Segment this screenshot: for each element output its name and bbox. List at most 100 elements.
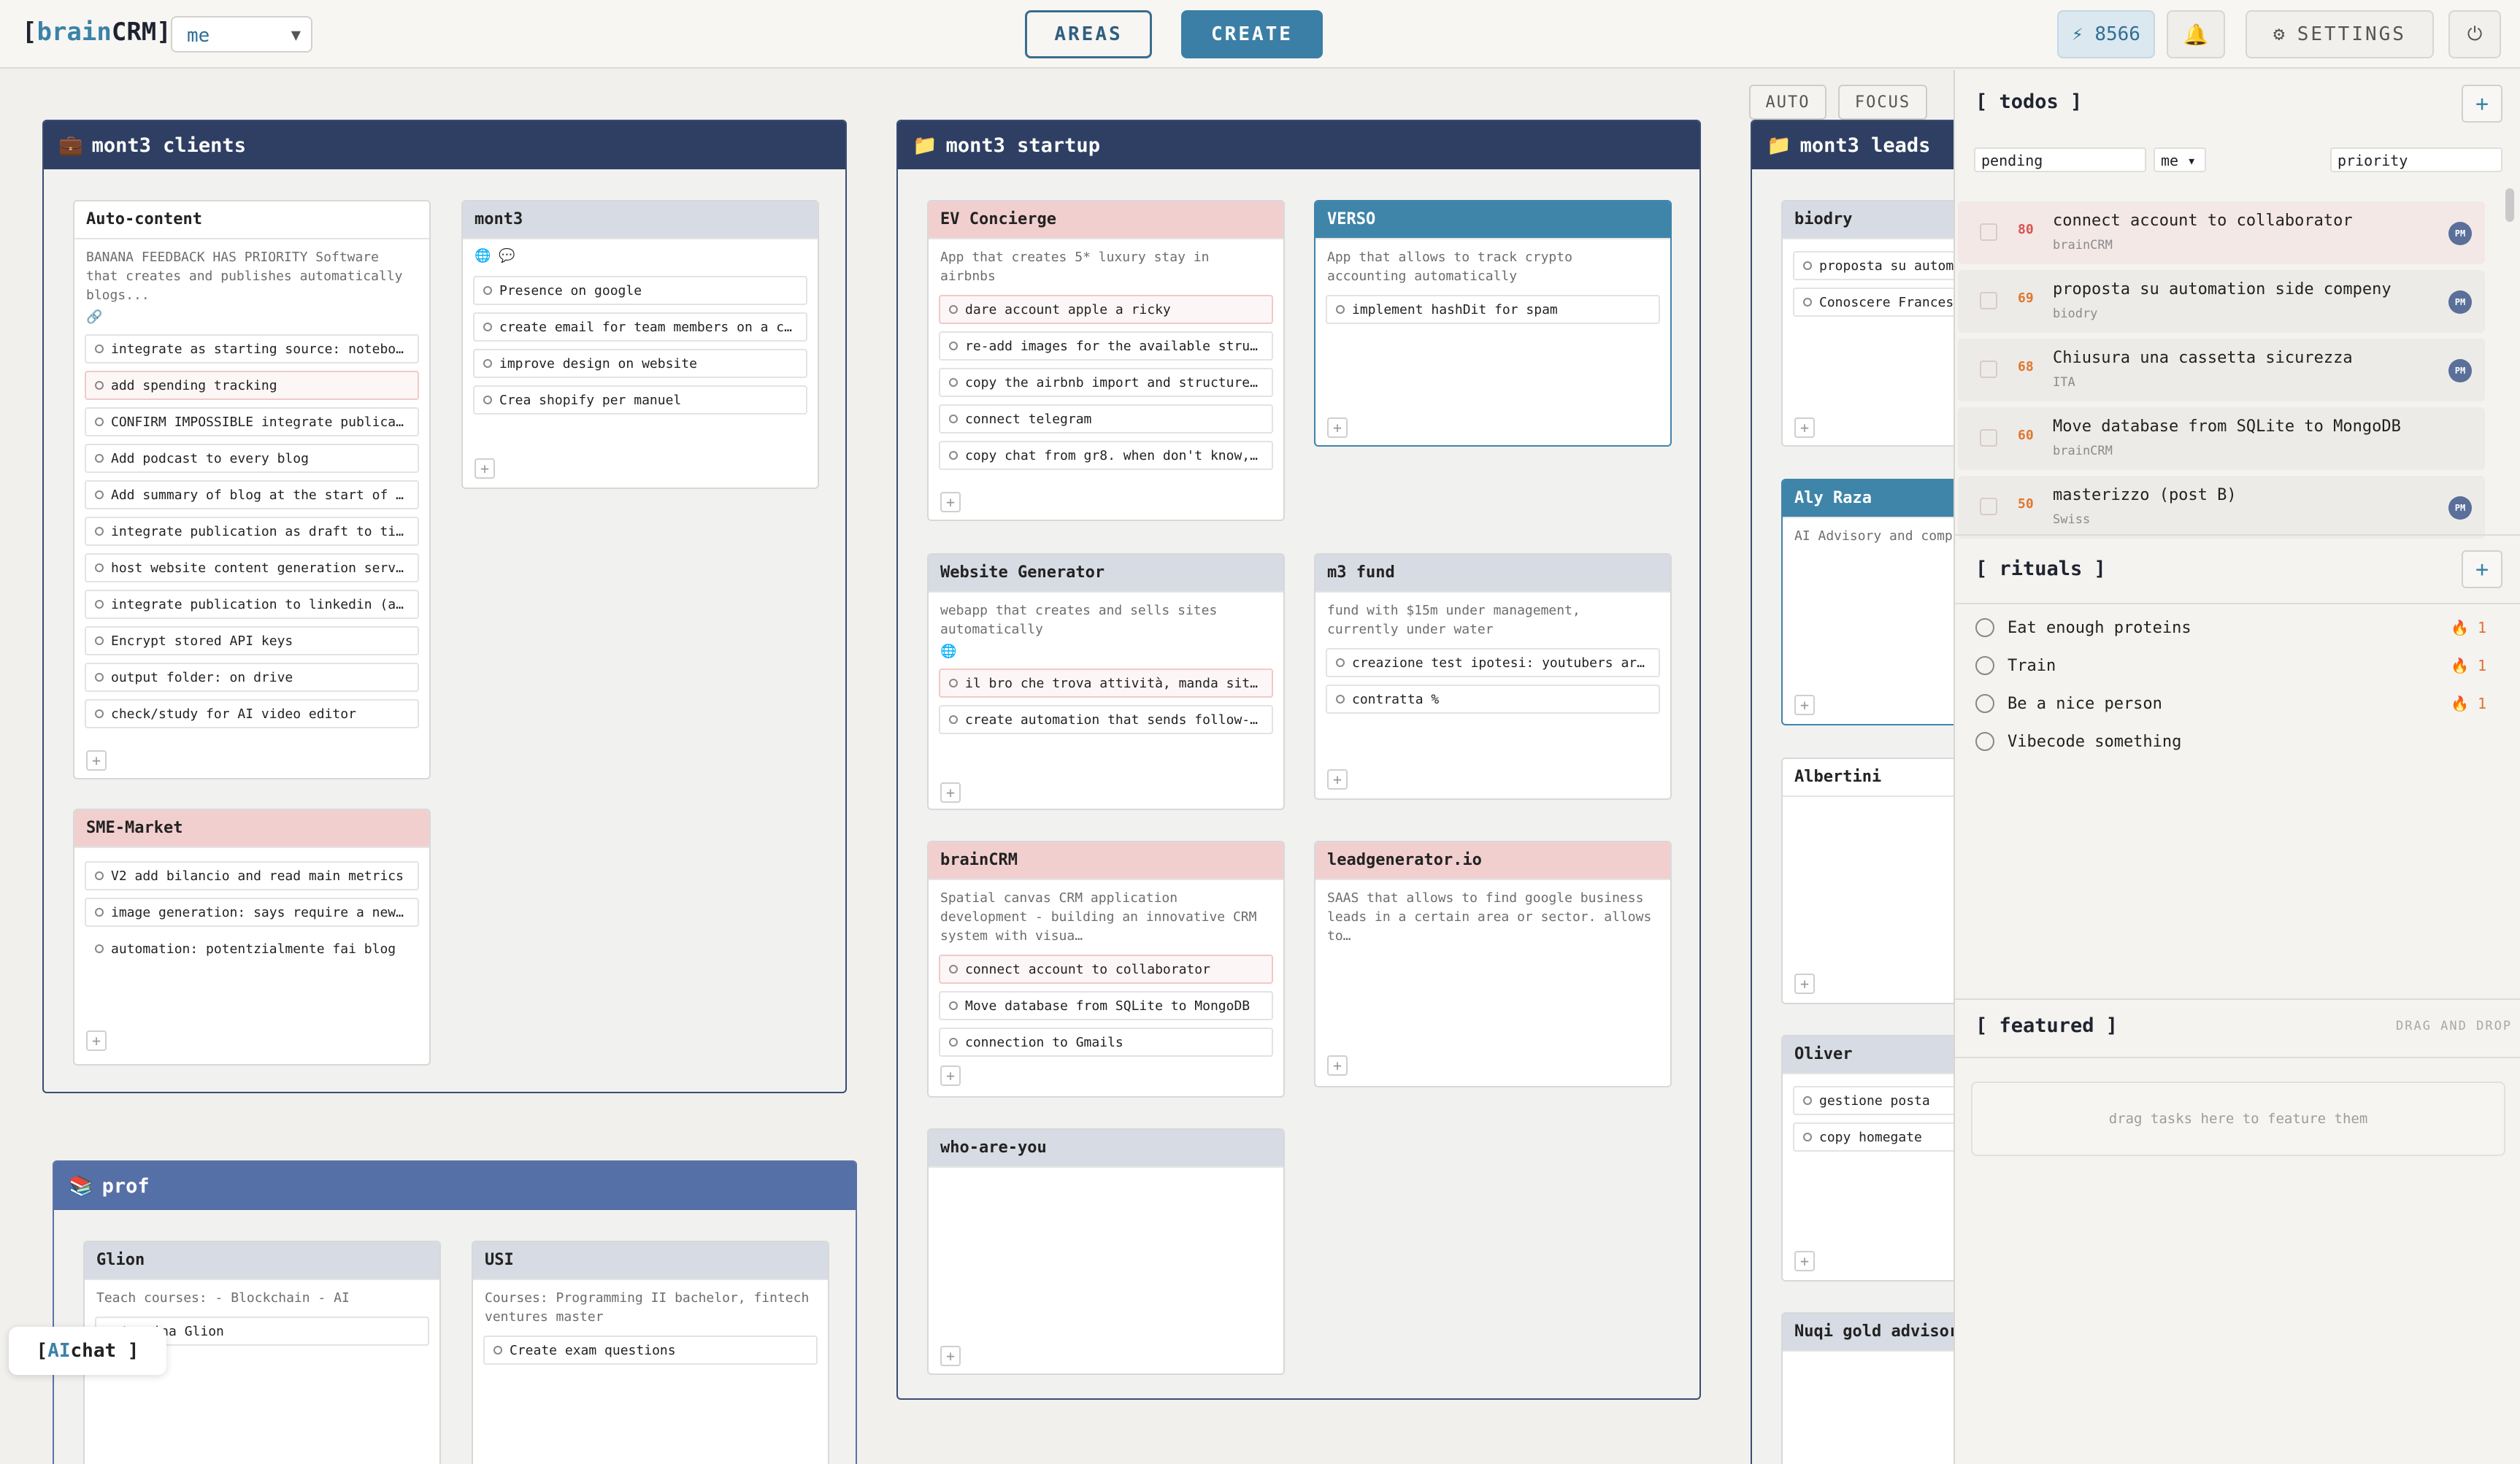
task-item[interactable]: implement hashDit for spam: [1326, 295, 1660, 324]
project-card-sme-market[interactable]: SME-Market V2 add bilancio and read main…: [73, 809, 431, 1066]
bell-icon[interactable]: 🔔: [2167, 10, 2225, 58]
ritual-checkbox[interactable]: [1975, 694, 1994, 713]
circle-icon[interactable]: [95, 673, 104, 682]
avatar[interactable]: PM: [2448, 496, 2472, 520]
message-icon[interactable]: 💬: [499, 248, 515, 263]
ritual-item[interactable]: Be a nice person 🔥 1: [1975, 689, 2486, 718]
task-item[interactable]: automation: potentzialmente fai blog: [85, 934, 419, 963]
project-card-mont3[interactable]: mont3 🌐 💬 Presence on google create emai…: [461, 200, 819, 489]
ritual-item[interactable]: Vibecode something: [1975, 727, 2486, 756]
circle-icon[interactable]: [949, 965, 958, 974]
task-item[interactable]: copy the airbnb import and structure…: [939, 368, 1273, 397]
todo-item[interactable]: 80 connect account to collaborator brain…: [1958, 201, 2485, 264]
status-filter[interactable]: pending: [1974, 147, 2146, 172]
task-item[interactable]: output folder: on drive: [85, 663, 419, 692]
project-card-braincrm[interactable]: brainCRM Spatial canvas CRM application …: [927, 841, 1285, 1098]
area-mont3-leads[interactable]: 📁 mont3 leads biodry proposta su autom C…: [1751, 120, 1954, 1464]
auto-layout-button[interactable]: AUTO: [1749, 85, 1826, 120]
project-card-m3-fund[interactable]: m3 fund fund with $15m under management,…: [1314, 553, 1672, 800]
project-card-who-are-you[interactable]: who-are-you +: [927, 1128, 1285, 1375]
task-item[interactable]: image generation: says require a new…: [85, 898, 419, 927]
ai-chat-button[interactable]: [ AI chat ]: [9, 1327, 166, 1375]
task-item[interactable]: copy homegate: [1793, 1122, 1954, 1152]
task-item[interactable]: connect telegram: [939, 404, 1273, 434]
ritual-checkbox[interactable]: [1975, 656, 1994, 675]
todo-checkbox[interactable]: [1980, 292, 1997, 309]
circle-icon[interactable]: [1336, 695, 1345, 704]
globe-icon[interactable]: 🌐: [929, 644, 1283, 664]
lead-card-oliver[interactable]: Oliver gestione posta copy homegate +: [1781, 1035, 1954, 1282]
area-header[interactable]: 📁 mont3 startup: [898, 121, 1699, 169]
globe-icon[interactable]: 🌐: [475, 248, 491, 263]
settings-button[interactable]: ⚙ SETTINGS: [2246, 10, 2434, 58]
add-task-button[interactable]: +: [1327, 769, 1348, 790]
app-logo[interactable]: [brainCRM]: [22, 18, 172, 47]
area-prof[interactable]: 📚 prof Glion Teach courses: - Blockchain…: [53, 1160, 857, 1464]
task-item[interactable]: host website content generation serv…: [85, 553, 419, 582]
add-task-button[interactable]: +: [940, 782, 961, 803]
circle-icon[interactable]: [483, 396, 492, 404]
circle-icon[interactable]: [949, 342, 958, 350]
add-task-button[interactable]: +: [1794, 1251, 1815, 1271]
add-task-button[interactable]: +: [86, 750, 107, 771]
lead-card-nuqi-gold-advisor[interactable]: Nuqi gold advisor: [1781, 1312, 1954, 1464]
area-header[interactable]: 💼 mont3 clients: [44, 121, 845, 169]
add-task-button[interactable]: +: [1327, 1055, 1348, 1076]
circle-icon[interactable]: [483, 286, 492, 295]
todo-checkbox[interactable]: [1980, 498, 1997, 515]
power-icon[interactable]: ⏻: [2448, 10, 2501, 58]
user-select[interactable]: me ▼: [171, 16, 312, 53]
task-item[interactable]: dare account apple a ricky: [939, 295, 1273, 324]
task-item[interactable]: contratta %: [1326, 685, 1660, 714]
avatar[interactable]: PM: [2448, 222, 2472, 245]
todo-checkbox[interactable]: [1980, 223, 1997, 241]
circle-icon[interactable]: [95, 527, 104, 536]
ritual-item[interactable]: Train 🔥 1: [1975, 651, 2486, 680]
project-card-ev-concierge[interactable]: EV Concierge App that creates 5* luxury …: [927, 200, 1285, 521]
circle-icon[interactable]: [1803, 1133, 1812, 1141]
task-item[interactable]: Create exam questions: [483, 1336, 818, 1365]
avatar[interactable]: PM: [2448, 290, 2472, 314]
circle-icon[interactable]: [1336, 305, 1345, 314]
avatar[interactable]: PM: [2448, 359, 2472, 382]
add-task-button[interactable]: +: [1794, 695, 1815, 715]
link-icon[interactable]: 🔗: [74, 309, 429, 330]
circle-icon[interactable]: [95, 344, 104, 353]
task-item[interactable]: Encrypt stored API keys: [85, 626, 419, 655]
task-item[interactable]: create email for team members on a c…: [473, 312, 807, 342]
add-task-button[interactable]: +: [1794, 974, 1815, 994]
project-card-verso[interactable]: VERSO App that allows to track crypto ac…: [1314, 200, 1672, 447]
circle-icon[interactable]: [949, 451, 958, 460]
circle-icon[interactable]: [95, 454, 104, 463]
todo-checkbox[interactable]: [1980, 429, 1997, 447]
task-item[interactable]: copy chat from gr8. when don't know,…: [939, 441, 1273, 470]
area-mont3-startup[interactable]: 📁 mont3 startup EV Concierge App that cr…: [896, 120, 1701, 1400]
circle-icon[interactable]: [949, 1038, 958, 1047]
task-item[interactable]: creazione test ipotesi: youtubers ar…: [1326, 648, 1660, 677]
circle-icon[interactable]: [1803, 1096, 1812, 1105]
task-item[interactable]: il bro che trova attività, manda sit…: [939, 669, 1273, 698]
task-item[interactable]: V2 add bilancio and read main metrics: [85, 861, 419, 890]
task-item[interactable]: re-add images for the available stru…: [939, 331, 1273, 361]
lead-card-biodry[interactable]: biodry proposta su autom Conoscere Franc…: [1781, 200, 1954, 447]
user-filter[interactable]: me ▾: [2154, 147, 2206, 172]
lead-card-aly-raza[interactable]: Aly Raza AI Advisory and compa +: [1781, 479, 1954, 725]
task-item[interactable]: connect account to collaborator: [939, 955, 1273, 984]
circle-icon[interactable]: [1803, 261, 1812, 270]
task-item[interactable]: integrate publication to linkedin (a…: [85, 590, 419, 619]
create-button[interactable]: CREATE: [1181, 10, 1323, 58]
sort-filter[interactable]: priority: [2330, 147, 2502, 172]
task-item[interactable]: proposta su autom: [1793, 251, 1954, 280]
add-task-button[interactable]: +: [86, 1030, 107, 1051]
task-item[interactable]: improve design on website: [473, 349, 807, 378]
focus-button[interactable]: FOCUS: [1838, 85, 1927, 120]
circle-icon[interactable]: [1336, 658, 1345, 667]
task-item[interactable]: check/study for AI video editor: [85, 699, 419, 728]
add-task-button[interactable]: +: [475, 458, 495, 479]
circle-icon[interactable]: [1803, 298, 1812, 307]
area-header[interactable]: 📚 prof: [54, 1162, 856, 1210]
circle-icon[interactable]: [483, 359, 492, 368]
circle-icon[interactable]: [95, 417, 104, 426]
circle-icon[interactable]: [949, 1001, 958, 1010]
circle-icon[interactable]: [95, 636, 104, 645]
